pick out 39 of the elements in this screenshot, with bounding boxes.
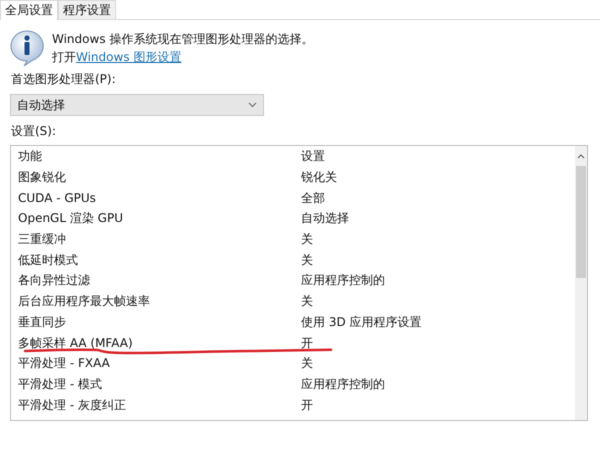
tab[interactable]: 程序设置 <box>58 0 116 19</box>
column-header: 功能 <box>18 149 42 164</box>
setting-value: 关 <box>301 252 313 267</box>
link-prefix: 打开 <box>52 50 76 64</box>
feature-name: OpenGL 渲染 GPU <box>18 211 123 226</box>
graphics-settings-link[interactable]: Windows 图形设置 <box>76 50 182 64</box>
feature-name: 三重缓冲 <box>18 232 66 246</box>
feature-name: 后台应用程序最大帧速率 <box>18 294 150 308</box>
feature-name: 多帧采样 AA (MFAA) <box>18 336 133 350</box>
setting-value: 开 <box>301 336 313 350</box>
feature-name: 垂直同步 <box>18 314 66 329</box>
info-icon <box>10 30 44 66</box>
setting-value: 使用 3D 应用程序设置 <box>301 314 422 329</box>
feature-name: 低延时模式 <box>18 252 78 267</box>
feature-name: 平滑处理 - 灰度纠正 <box>18 398 126 412</box>
setting-value: 自动选择 <box>301 211 349 226</box>
feature-name: CUDA - GPUs <box>18 190 96 205</box>
feature-name: 平滑处理 - FXAA <box>18 356 110 370</box>
chevron-icon <box>248 102 257 108</box>
scrollbar[interactable] <box>575 146 587 420</box>
column-header: 设置 <box>301 149 325 164</box>
setting-value: 应用程序控制的 <box>301 376 385 391</box>
info-message: Windows 操作系统现在管理图形处理器的选择。 <box>52 31 314 48</box>
feature-name: 各向异性过滤 <box>18 273 90 288</box>
processor-label: 首选图形处理器(P): <box>10 71 117 88</box>
setting-value: 关 <box>301 232 313 246</box>
setting-value: 开 <box>301 398 313 412</box>
feature-name: 图象锐化 <box>18 170 66 184</box>
setting-value: 全部 <box>301 190 325 205</box>
setting-value: 应用程序控制的 <box>301 273 385 288</box>
setting-value: 锐化关 <box>301 170 337 184</box>
setting-value: 关 <box>301 356 313 370</box>
feature-name: 平滑处理 - 模式 <box>18 376 102 391</box>
settings-label: 设置(S): <box>10 123 58 140</box>
processor-dropdown[interactable]: 自动选择 <box>10 94 264 116</box>
scroll-thumb[interactable] <box>576 166 586 278</box>
tab[interactable]: 全局设置 <box>0 0 58 20</box>
setting-value: 关 <box>301 294 313 308</box>
dropdown-value: 自动选择 <box>17 97 65 114</box>
